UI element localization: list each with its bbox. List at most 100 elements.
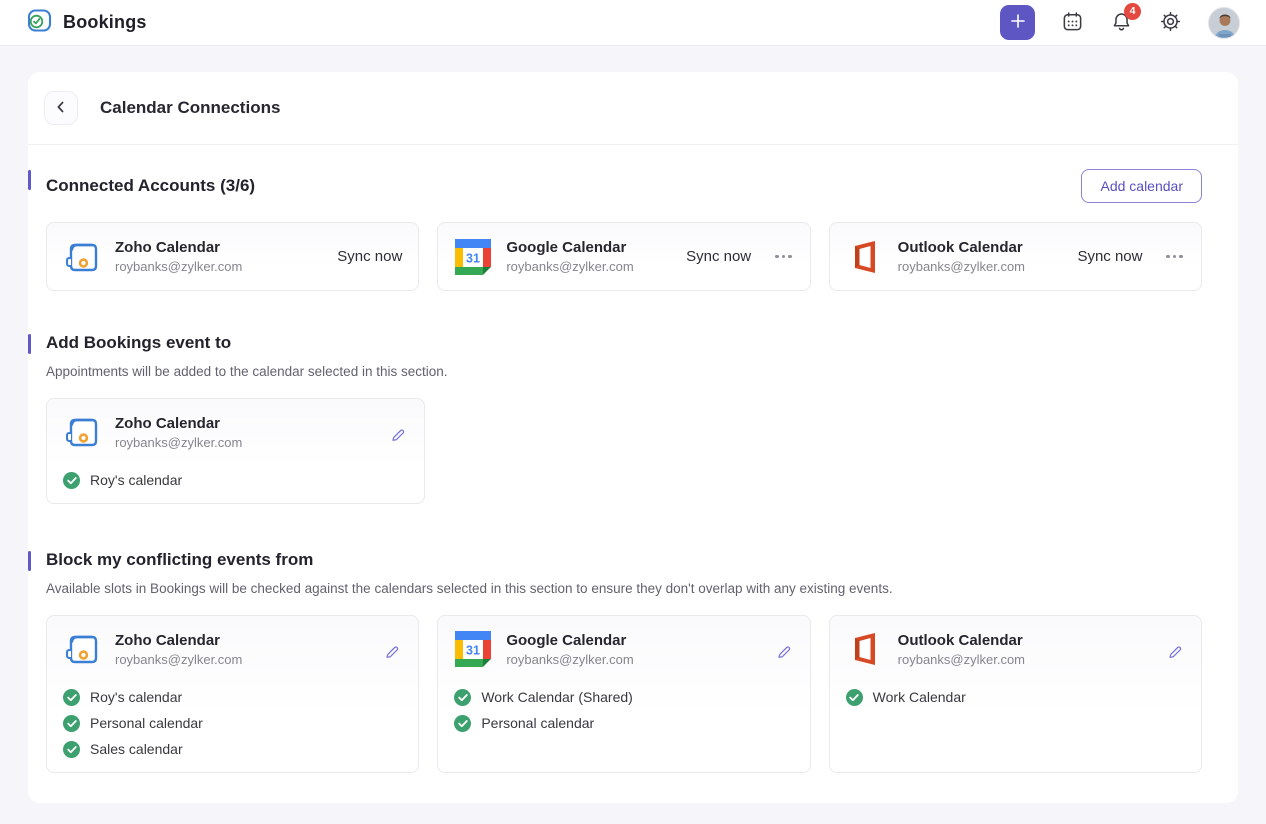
connected-card-google: 31 Google Calendar roybanks@zylker.com S… bbox=[437, 222, 810, 291]
pencil-icon bbox=[390, 431, 406, 446]
zoho-calendar-icon bbox=[63, 413, 101, 451]
calendar-name: Zoho Calendar bbox=[115, 239, 242, 256]
svg-text:31: 31 bbox=[466, 251, 480, 265]
section-accent-bar bbox=[28, 551, 31, 571]
calendar-name: Zoho Calendar bbox=[115, 415, 242, 432]
calendar-name: Google Calendar bbox=[506, 632, 633, 649]
panel-body: Connected Accounts (3/6) Add calendar Zo… bbox=[28, 169, 1238, 803]
calendar-name: Zoho Calendar bbox=[115, 632, 242, 649]
calendar-name: Google Calendar bbox=[506, 239, 633, 256]
selected-calendars-list: Work Calendar (Shared) Personal calendar bbox=[438, 678, 809, 734]
gear-icon bbox=[1159, 10, 1182, 36]
section-add-bookings-event: Add Bookings event to Appointments will … bbox=[28, 333, 1202, 504]
topbar-actions: 4 bbox=[1000, 5, 1240, 40]
block-card-outlook: Outlook Calendar roybanks@zylker.com Wor… bbox=[829, 615, 1202, 773]
list-item: Sales calendar bbox=[63, 740, 402, 758]
calendar-email: roybanks@zylker.com bbox=[115, 435, 242, 450]
check-icon bbox=[454, 689, 471, 706]
calendar-email: roybanks@zylker.com bbox=[115, 652, 242, 667]
calendar-nav-button[interactable] bbox=[1061, 10, 1084, 36]
calendar-name: Outlook Calendar bbox=[898, 632, 1025, 649]
pencil-icon bbox=[384, 648, 400, 663]
bookings-logo-icon bbox=[26, 7, 53, 39]
calendar-name: Outlook Calendar bbox=[898, 239, 1025, 256]
app-brand[interactable]: Bookings bbox=[26, 7, 147, 39]
more-menu-icon[interactable] bbox=[773, 251, 794, 263]
calendar-item-label: Work Calendar bbox=[873, 689, 966, 705]
section-header: Add Bookings event to bbox=[28, 333, 1202, 353]
zoho-calendar-icon bbox=[63, 238, 101, 276]
list-item: Roy's calendar bbox=[63, 471, 408, 489]
sync-now-button[interactable]: Sync now bbox=[686, 248, 751, 265]
calendar-info: Outlook Calendar roybanks@zylker.com bbox=[898, 239, 1025, 274]
check-icon bbox=[63, 689, 80, 706]
section-block-conflicting-events: Block my conflicting events from Availab… bbox=[28, 550, 1202, 773]
outlook-calendar-icon bbox=[846, 238, 884, 276]
edit-button[interactable] bbox=[1165, 642, 1185, 665]
back-button[interactable] bbox=[44, 91, 78, 125]
user-avatar[interactable] bbox=[1208, 7, 1240, 39]
section-connected-accounts: Connected Accounts (3/6) Add calendar Zo… bbox=[28, 169, 1202, 291]
check-icon bbox=[63, 741, 80, 758]
calendar-email: roybanks@zylker.com bbox=[506, 652, 633, 667]
calendar-item-label: Personal calendar bbox=[481, 715, 594, 731]
card-header: 31 Google Calendar roybanks@zylker.com bbox=[438, 616, 809, 678]
check-icon bbox=[63, 715, 80, 732]
zoho-calendar-icon bbox=[63, 630, 101, 668]
pencil-icon bbox=[1167, 648, 1183, 663]
calendar-email: roybanks@zylker.com bbox=[898, 259, 1025, 274]
outlook-calendar-icon bbox=[846, 630, 884, 668]
plus-icon bbox=[1009, 12, 1027, 33]
google-calendar-icon: 31 bbox=[454, 630, 492, 668]
panel-header: Calendar Connections bbox=[28, 72, 1238, 145]
calendar-email: roybanks@zylker.com bbox=[115, 259, 242, 274]
section-header: Block my conflicting events from bbox=[28, 550, 1202, 570]
calendar-info: Google Calendar roybanks@zylker.com bbox=[506, 239, 633, 274]
sync-now-button[interactable]: Sync now bbox=[337, 248, 402, 265]
list-item: Roy's calendar bbox=[63, 688, 402, 706]
list-item: Personal calendar bbox=[454, 714, 793, 732]
page-title: Calendar Connections bbox=[100, 98, 280, 118]
calendar-info: Zoho Calendar roybanks@zylker.com bbox=[115, 415, 242, 450]
settings-button[interactable] bbox=[1159, 10, 1182, 36]
selected-calendars-list: Work Calendar bbox=[830, 678, 1201, 708]
connected-card-outlook: Outlook Calendar roybanks@zylker.com Syn… bbox=[829, 222, 1202, 291]
calendar-email: roybanks@zylker.com bbox=[506, 259, 633, 274]
add-calendar-button[interactable]: Add calendar bbox=[1081, 169, 1202, 203]
block-card-google: 31 Google Calendar roybanks@zylker.com bbox=[437, 615, 810, 773]
calendar-item-label: Roy's calendar bbox=[90, 472, 182, 488]
section-description: Available slots in Bookings will be chec… bbox=[46, 581, 1202, 596]
svg-text:31: 31 bbox=[466, 644, 480, 658]
section-accent-bar bbox=[28, 170, 31, 190]
section-header: Connected Accounts (3/6) Add calendar bbox=[28, 169, 1202, 203]
topbar: Bookings bbox=[0, 0, 1266, 46]
chevron-left-icon bbox=[54, 100, 68, 117]
sync-now-button[interactable]: Sync now bbox=[1077, 248, 1142, 265]
google-calendar-icon: 31 bbox=[454, 238, 492, 276]
card-header: Zoho Calendar roybanks@zylker.com bbox=[47, 399, 424, 461]
calendar-item-label: Personal calendar bbox=[90, 715, 203, 731]
check-icon bbox=[63, 472, 80, 489]
notification-badge: 4 bbox=[1124, 3, 1141, 20]
section-title: Add Bookings event to bbox=[46, 333, 231, 353]
edit-button[interactable] bbox=[774, 642, 794, 665]
calendar-connections-panel: Calendar Connections Connected Accounts … bbox=[28, 72, 1238, 803]
check-icon bbox=[846, 689, 863, 706]
calendar-info: Google Calendar roybanks@zylker.com bbox=[506, 632, 633, 667]
create-button[interactable] bbox=[1000, 5, 1035, 40]
edit-button[interactable] bbox=[382, 642, 402, 665]
selected-calendars-list: Roy's calendar bbox=[47, 461, 424, 491]
list-item: Work Calendar (Shared) bbox=[454, 688, 793, 706]
notifications-button[interactable]: 4 bbox=[1110, 10, 1133, 36]
calendar-item-label: Work Calendar (Shared) bbox=[481, 689, 632, 705]
list-item: Personal calendar bbox=[63, 714, 402, 732]
check-icon bbox=[454, 715, 471, 732]
section-title: Block my conflicting events from bbox=[46, 550, 313, 570]
calendar-item-label: Sales calendar bbox=[90, 741, 183, 757]
block-cards-row: Zoho Calendar roybanks@zylker.com Roy's … bbox=[46, 615, 1202, 773]
connected-cards-row: Zoho Calendar roybanks@zylker.com Sync n… bbox=[46, 222, 1202, 291]
selected-calendars-list: Roy's calendar Personal calendar Sales c… bbox=[47, 678, 418, 760]
pencil-icon bbox=[776, 648, 792, 663]
edit-button[interactable] bbox=[388, 425, 408, 448]
more-menu-icon[interactable] bbox=[1164, 251, 1185, 263]
